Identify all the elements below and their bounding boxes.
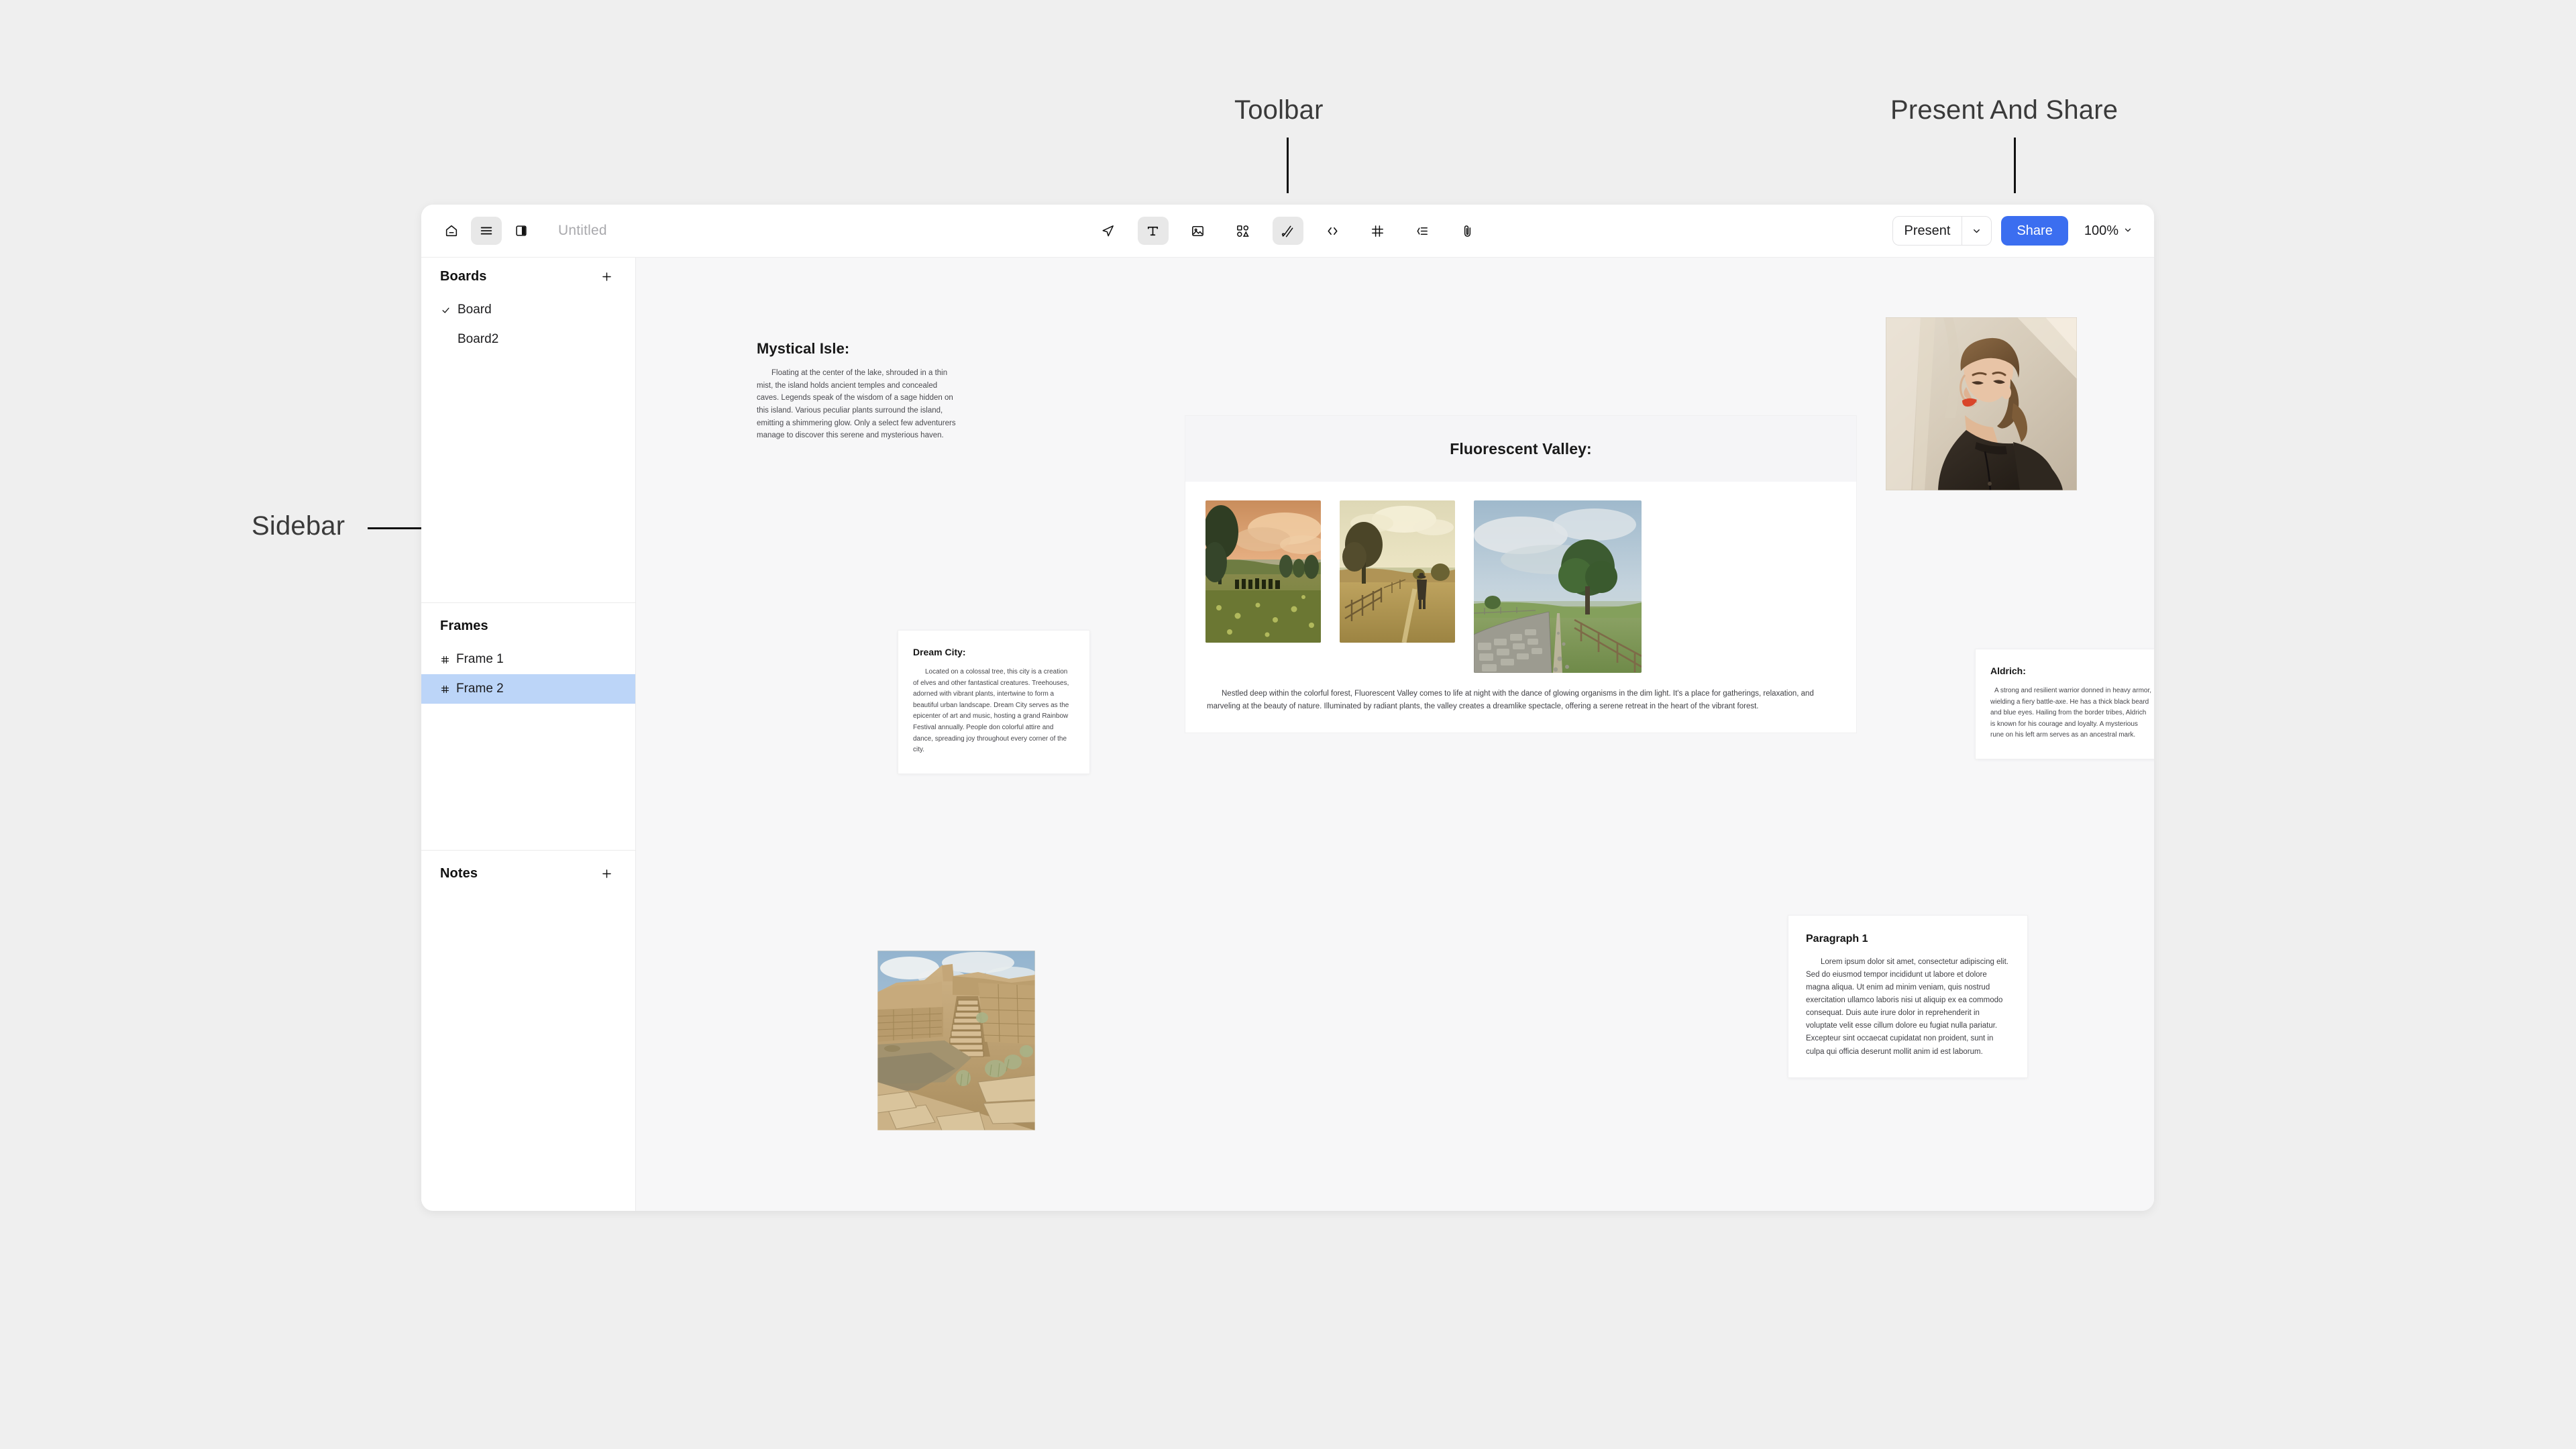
canvas-card-fluorescent-valley[interactable]: Fluorescent Valley: Nestled deep within … [1185,415,1857,734]
canvas-card-aldrich[interactable]: Aldrich: A strong and resilient warrior … [1975,649,2154,759]
app-window: Untitled Present Share 100% Boards Board… [421,205,2154,1211]
menu-icon[interactable] [471,217,502,245]
home-icon[interactable] [436,217,467,245]
sidebar-item-label: Board2 [458,332,499,346]
boards-section-title: Boards [440,268,487,284]
zoom-level-control[interactable]: 100% [2078,216,2139,246]
sidebar-section-notes: Notes [421,850,635,1211]
sidebar-item-label: Board [458,303,492,317]
aldrich-body: A strong and resilient warrior donned in… [1990,687,2152,739]
attachment-icon[interactable] [1452,217,1483,245]
canvas-card-dream-city[interactable]: Dream City: Located on a colossal tree, … [898,630,1090,774]
document-title-input[interactable]: Untitled [558,223,607,239]
mystical-isle-body: Floating at the center of the lake, shro… [757,369,956,440]
zoom-level-label: 100% [2084,223,2118,238]
image-icon[interactable] [1183,217,1214,245]
annotation-leader-line-toolbar [1287,138,1289,193]
portrait-woman-photo[interactable] [1886,317,2077,490]
boards-list: Board Board2 [421,295,635,361]
toolbar-right-group: Present Share 100% [1892,216,2139,246]
sidebar-item-board[interactable]: Board [421,295,635,325]
frames-section-title: Frames [440,618,488,633]
sidebar-section-frames: Frames Frame 1 Frame 2 [421,602,635,850]
sidebar-item-board2[interactable]: Board2 [421,325,635,354]
sidebar-item-frame-1[interactable]: Frame 1 [421,645,635,674]
boards-empty-space [421,361,635,602]
paragraph-1-body: Lorem ipsum dolor sit amet, consectetur … [1806,958,2008,1056]
frames-section-header: Frames [421,607,635,645]
sidebar: Boards Board Board2 Frames Frame 1 Frame… [421,258,636,1211]
chevron-down-icon [2123,223,2133,239]
frames-empty-space [421,704,635,850]
add-note-button[interactable] [596,863,616,883]
ruins-staircase-photo[interactable] [877,951,1035,1130]
mystical-isle-title: Mystical Isle: [757,340,850,357]
code-icon[interactable] [1318,217,1348,245]
sidebar-item-label: Frame 2 [456,682,504,696]
check-icon [440,305,451,315]
fluorescent-valley-gallery [1185,482,1856,673]
frame-icon[interactable] [1362,217,1393,245]
notes-section-header: Notes [421,855,635,892]
pen-icon[interactable] [1272,217,1303,245]
sidebar-section-boards: Boards Board Board2 [421,258,635,602]
dream-city-body: Located on a colossal tree, this city is… [913,668,1069,754]
panel-toggle-icon[interactable] [506,217,537,245]
annotation-label-present-and-share: Present And Share [1890,95,2118,125]
landscape-cavalry-sunset-image[interactable] [1205,500,1321,643]
add-board-button[interactable] [596,266,616,286]
frame-icon [440,655,450,665]
present-control-group: Present [1892,216,1992,246]
fluorescent-valley-body: Nestled deep within the colorful forest,… [1207,690,1814,710]
fluorescent-valley-header: Fluorescent Valley: [1185,416,1856,482]
cursor-icon[interactable] [1093,217,1124,245]
annotation-label-toolbar: Toolbar [1234,95,1324,125]
aldrich-title: Aldrich: [1990,665,2026,676]
toolbar-tools-group [1093,217,1483,245]
frames-list: Frame 1 Frame 2 [421,645,635,704]
share-button[interactable]: Share [2001,216,2068,246]
landscape-stone-wall-tree-image[interactable] [1474,500,1642,673]
list-icon[interactable] [1407,217,1438,245]
annotation-leader-line-present-and-share [2014,138,2016,193]
canvas[interactable]: Mystical Isle: Floating at the center of… [636,258,2154,1211]
app-body: Boards Board Board2 Frames Frame 1 Frame… [421,257,2154,1211]
text-icon[interactable] [1137,217,1169,245]
frame-icon [440,684,450,694]
paragraph-1-title: Paragraph 1 [1806,933,1868,945]
toolbar-left-group: Untitled [436,217,607,245]
notes-section-title: Notes [440,865,478,881]
chevron-down-icon[interactable] [1962,217,1991,245]
boards-section-header: Boards [421,258,635,295]
landscape-walker-field-image[interactable] [1340,500,1455,643]
canvas-text-mystical-isle[interactable]: Mystical Isle: Floating at the center of… [757,340,958,442]
toolbar: Untitled Present Share 100% [421,205,2154,257]
sidebar-item-label: Frame 1 [456,652,504,666]
fluorescent-valley-title: Fluorescent Valley: [1450,439,1592,458]
sidebar-item-frame-2[interactable]: Frame 2 [421,674,635,704]
present-button[interactable]: Present [1893,217,1962,245]
annotation-label-sidebar: Sidebar [252,511,345,541]
dream-city-title: Dream City: [913,647,966,657]
canvas-card-paragraph-1[interactable]: Paragraph 1 Lorem ipsum dolor sit amet, … [1788,915,2028,1078]
shapes-icon[interactable] [1228,217,1258,245]
